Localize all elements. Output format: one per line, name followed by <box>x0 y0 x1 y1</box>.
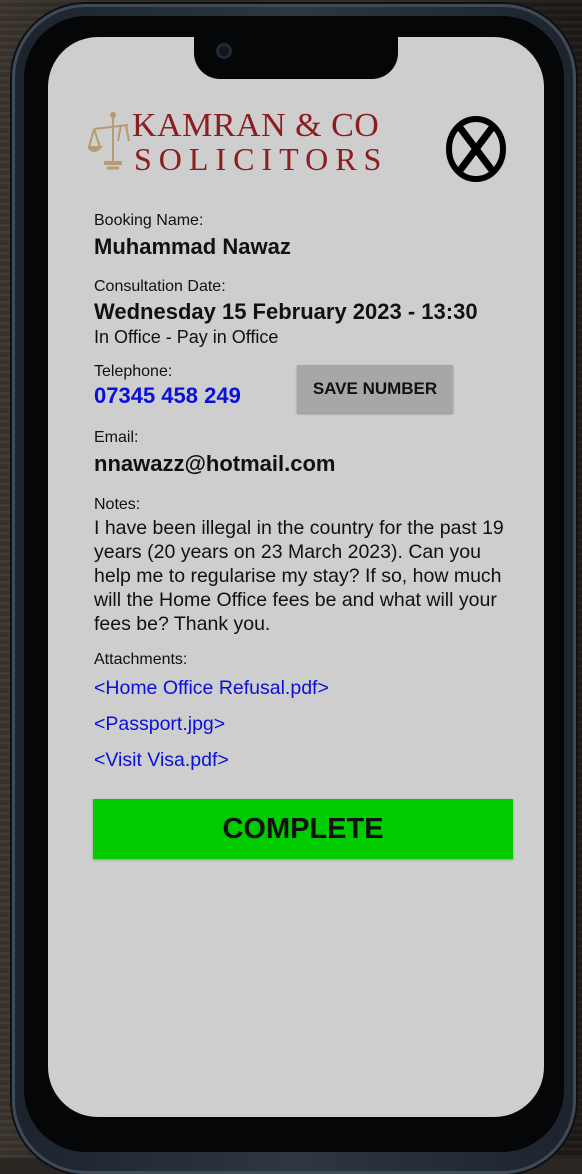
telephone-link[interactable]: 07345 458 249 <box>94 383 241 409</box>
email-value: nnawazz@hotmail.com <box>94 451 336 476</box>
attachments-label: Attachments: <box>94 651 188 668</box>
brand-subtitle: SOLICITORS <box>134 141 389 177</box>
attachment-link[interactable]: <Home Office Refusal.pdf> <box>94 677 329 700</box>
attachment-link[interactable]: <Visit Visa.pdf> <box>94 749 229 772</box>
camera-icon <box>216 43 232 59</box>
consultation-date-value: Wednesday 15 February 2023 - 13:30 <box>94 299 478 324</box>
notes-label: Notes: <box>94 496 141 513</box>
phone-notch <box>194 37 398 79</box>
consultation-date-label: Consultation Date: <box>94 278 226 295</box>
booking-name-label: Booking Name: <box>94 212 204 229</box>
email-label: Email: <box>94 429 139 446</box>
booking-name-value: Muhammad Nawaz <box>94 234 291 259</box>
consultation-mode-value: In Office - Pay in Office <box>94 327 279 347</box>
brand-name: KAMRAN & CO <box>132 107 380 144</box>
brand-logo: KAMRAN & CO SOLICITORS <box>88 107 408 177</box>
close-button[interactable] <box>444 115 508 183</box>
save-number-button[interactable]: SAVE NUMBER <box>297 365 453 413</box>
scales-of-justice-icon <box>88 112 130 170</box>
complete-button[interactable]: COMPLETE <box>93 799 513 859</box>
telephone-label: Telephone: <box>94 363 173 380</box>
close-circle-x-icon <box>446 116 506 182</box>
notes-text: I have been illegal in the country for t… <box>94 517 504 635</box>
attachment-link[interactable]: <Passport.jpg> <box>94 713 225 736</box>
phone-screen: KAMRAN & CO SOLICITORS Booking Name: Muh… <box>48 37 544 1117</box>
